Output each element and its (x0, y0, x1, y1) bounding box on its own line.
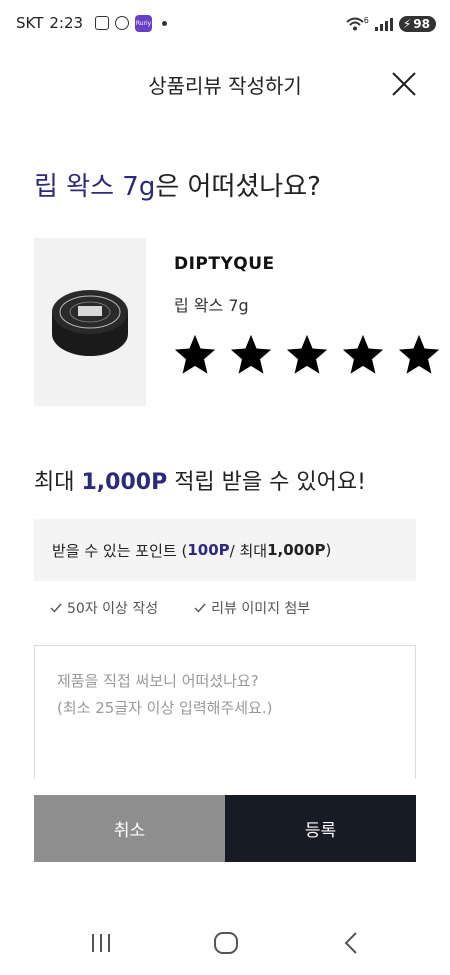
charging-bolt-icon: ⚡ (402, 17, 412, 31)
condition-image: 리뷰 이미지 첨부 (194, 598, 310, 618)
review-textarea[interactable] (35, 646, 415, 779)
points-title-prefix: 최대 (34, 470, 82, 495)
clock: 2:23 (49, 14, 84, 32)
points-info-box: 받을 수 있는 포인트 (100P / 최대 1,000P) (34, 519, 416, 581)
star-rating (172, 332, 442, 378)
cancel-button[interactable]: 취소 (34, 795, 225, 862)
page-title: 상품리뷰 작성하기 (148, 74, 302, 98)
points-current: 100P (187, 541, 230, 559)
points-max: 1,000P (267, 541, 326, 559)
battery-level: 98 (413, 17, 430, 31)
question-product-name: 립 왁스 7g (34, 172, 156, 202)
review-question: 립 왁스 7g은 어떠셨나요? (34, 166, 321, 203)
more-notifications-dot-icon (162, 20, 168, 26)
status-bar: SKT 2:23 Ruriy 6 ⚡ 98 (0, 0, 450, 52)
header: 상품리뷰 작성하기 (0, 60, 450, 108)
signal-icon (374, 17, 393, 31)
status-left: SKT 2:23 Ruriy (16, 14, 168, 32)
status-right: 6 ⚡ 98 (346, 16, 436, 32)
screenshot-icon (95, 16, 110, 30)
condition-min-length: 50자 이상 작성 (50, 598, 158, 618)
home-icon[interactable] (212, 930, 240, 956)
star-5-icon[interactable] (396, 332, 442, 378)
product-brand: DIPTYQUE (174, 254, 275, 274)
app-badge-label: Ruriy (135, 19, 152, 27)
check-icon (50, 603, 62, 613)
review-conditions: 50자 이상 작성 리뷰 이미지 첨부 (50, 598, 310, 618)
review-input-container (34, 645, 416, 779)
star-1-icon[interactable] (172, 332, 218, 378)
recent-apps-icon[interactable] (87, 930, 115, 956)
points-title-amount: 1,000P (81, 470, 168, 495)
points-box-suffix: ) (325, 541, 332, 559)
points-title: 최대 1,000P 적립 받을 수 있어요! (34, 464, 366, 496)
close-icon[interactable] (392, 72, 416, 96)
wifi-icon (346, 17, 364, 31)
points-title-suffix: 적립 받을 수 있어요! (167, 470, 366, 495)
carrier-label: SKT (16, 14, 44, 32)
check-icon (194, 603, 206, 613)
star-4-icon[interactable] (340, 332, 386, 378)
points-box-prefix: 받을 수 있는 포인트 ( (52, 541, 188, 560)
condition-label: 리뷰 이미지 첨부 (211, 601, 311, 617)
condition-label: 50자 이상 작성 (67, 601, 159, 617)
system-nav-bar (0, 920, 450, 965)
alarm-icon (115, 16, 130, 30)
battery-indicator: ⚡ 98 (398, 16, 436, 32)
question-suffix: 은 어떠셨나요? (155, 172, 321, 202)
star-3-icon[interactable] (284, 332, 330, 378)
product-image (34, 238, 146, 406)
notification-icons: Ruriy (95, 14, 168, 32)
product-tin-image (52, 290, 128, 356)
app-notification-icon: Ruriy (135, 14, 153, 32)
submit-button[interactable]: 등록 (225, 795, 416, 862)
wifi-band-label: 6 (363, 15, 369, 25)
back-icon[interactable] (338, 930, 366, 956)
star-2-icon[interactable] (228, 332, 274, 378)
action-buttons: 취소 등록 (34, 795, 416, 862)
points-box-middle: / 최대 (229, 541, 268, 560)
product-name: 립 왁스 7g (174, 296, 249, 315)
